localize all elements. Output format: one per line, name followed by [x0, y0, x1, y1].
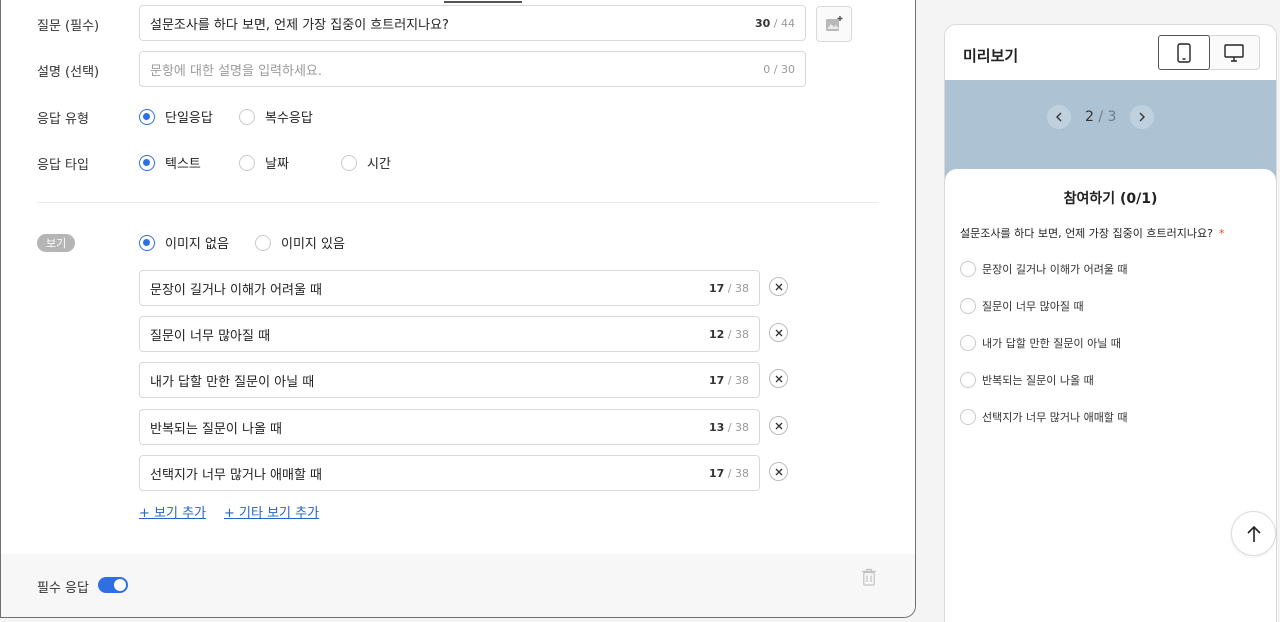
preview-question: 설문조사를 하다 보면, 언제 가장 집중이 흐트러지나요? * — [960, 227, 1225, 240]
trash-icon — [862, 568, 876, 586]
arrow-up-icon — [1246, 525, 1261, 542]
radio-text[interactable]: 텍스트 — [139, 153, 239, 172]
option-counter: 13 / 38 — [708, 420, 749, 434]
preview-survey-body: 참여하기 (0/1) 설문조사를 하다 보면, 언제 가장 집중이 흐트러지나요… — [945, 169, 1276, 622]
option-input[interactable]: 질문이 너무 많아질 때 12 / 38 — [139, 316, 760, 352]
section-divider — [37, 202, 879, 203]
radio-dot — [239, 108, 255, 125]
option-input[interactable]: 문장이 길거나 이해가 어려울 때 17 / 38 — [139, 270, 760, 306]
editor-footer: 필수 응답 — [1, 554, 915, 617]
close-icon — [775, 283, 782, 290]
required-label: 필수 응답 — [37, 581, 89, 596]
required-mark: * — [1218, 227, 1225, 240]
remove-option-button[interactable] — [769, 277, 788, 296]
option-input[interactable]: 내가 답할 만한 질문이 아닐 때 17 / 38 — [139, 362, 760, 398]
radio-dot — [139, 234, 155, 251]
radio-with-image[interactable]: 이미지 있음 — [255, 233, 345, 252]
add-image-button[interactable] — [816, 6, 852, 42]
preview-option[interactable]: 문장이 길거나 이해가 어려울 때 — [960, 261, 1128, 277]
page-navigator: 2 / 3 — [1047, 105, 1155, 129]
question-value: 설문조사를 하다 보면, 언제 가장 집중이 흐트러지나요? — [150, 17, 449, 33]
description-counter: 0 / 30 — [763, 62, 795, 76]
remove-option-button[interactable] — [769, 462, 788, 481]
question-editor: 질문 (필수) 설문조사를 하다 보면, 언제 가장 집중이 흐트러지나요? 3… — [0, 0, 916, 618]
radio-time[interactable]: 시간 — [341, 153, 391, 172]
chevron-right-icon — [1139, 112, 1146, 122]
page-indicator: 2 / 3 — [1085, 109, 1117, 125]
device-toggle — [1158, 35, 1260, 70]
radio-multiple-answer[interactable]: 복수응답 — [239, 107, 313, 126]
description-label: 설명 (선택) — [37, 65, 100, 80]
add-other-option-link[interactable]: + 기타 보기 추가 — [224, 502, 319, 521]
remove-option-button[interactable] — [769, 416, 788, 435]
remove-option-button[interactable] — [769, 323, 788, 342]
option-counter: 17 / 38 — [708, 373, 749, 387]
radio-circle — [960, 261, 976, 277]
radio-dot — [255, 234, 271, 251]
prev-page-button[interactable] — [1047, 105, 1071, 129]
desktop-view-button[interactable] — [1209, 36, 1259, 69]
radio-date[interactable]: 날짜 — [239, 153, 341, 172]
description-input[interactable]: 문항에 대한 설명을 입력하세요. 0 / 30 — [139, 51, 806, 87]
chevron-left-icon — [1056, 112, 1062, 122]
answer-kind-group: 텍스트 날짜 시간 — [139, 153, 391, 172]
radio-single-answer[interactable]: 단일응답 — [139, 107, 239, 126]
preview-banner: 2 / 3 — [945, 80, 1276, 180]
question-counter: 30 / 44 — [754, 16, 795, 30]
option-input[interactable]: 선택지가 너무 많거나 애매할 때 17 / 38 — [139, 455, 760, 491]
answer-kind-label: 응답 타입 — [37, 158, 89, 173]
remove-option-button[interactable] — [769, 369, 788, 388]
close-icon — [775, 468, 782, 475]
preview-option[interactable]: 선택지가 너무 많거나 애매할 때 — [960, 409, 1128, 425]
required-toggle[interactable] — [98, 577, 128, 593]
answer-type-group: 단일응답 복수응답 — [139, 107, 313, 126]
preview-option[interactable]: 반복되는 질문이 나올 때 — [960, 372, 1094, 388]
radio-circle — [960, 335, 976, 351]
image-mode-group: 이미지 없음 이미지 있음 — [139, 233, 345, 252]
radio-dot — [239, 154, 255, 171]
preview-panel: 미리보기 2 / 3 참여하기 (0/1) 설문조사를 하다 보면, 언제 가장… — [944, 24, 1277, 622]
preview-option[interactable]: 내가 답할 만한 질문이 아닐 때 — [960, 335, 1121, 351]
mobile-view-button[interactable] — [1158, 35, 1210, 70]
description-placeholder: 문항에 대한 설명을 입력하세요. — [150, 63, 323, 79]
radio-dot — [139, 154, 155, 171]
option-counter: 17 / 38 — [708, 281, 749, 295]
radio-circle — [960, 298, 976, 314]
radio-dot — [139, 108, 155, 125]
preview-option[interactable]: 질문이 너무 많아질 때 — [960, 298, 1084, 314]
close-icon — [775, 329, 782, 336]
answer-type-label: 응답 유형 — [37, 112, 89, 127]
close-icon — [775, 375, 782, 382]
close-icon — [775, 422, 782, 429]
radio-no-image[interactable]: 이미지 없음 — [139, 233, 255, 252]
question-input[interactable]: 설문조사를 하다 보면, 언제 가장 집중이 흐트러지나요? 30 / 44 — [139, 5, 806, 41]
add-image-icon — [826, 16, 843, 31]
next-page-button[interactable] — [1130, 105, 1155, 129]
desktop-icon — [1224, 43, 1244, 62]
question-label: 질문 (필수) — [37, 19, 100, 34]
radio-circle — [960, 372, 976, 388]
radio-circle — [960, 409, 976, 425]
option-counter: 17 / 38 — [708, 466, 749, 480]
mobile-icon — [1177, 42, 1191, 63]
preview-title: 미리보기 — [963, 47, 1019, 65]
options-badge: 보기 — [37, 234, 76, 252]
add-option-links: + 보기 추가 + 기타 보기 추가 — [139, 502, 319, 521]
option-counter: 12 / 38 — [708, 327, 749, 341]
option-input[interactable]: 반복되는 질문이 나올 때 13 / 38 — [139, 409, 760, 445]
delete-question-button[interactable] — [861, 568, 877, 590]
preview-heading: 참여하기 (0/1) — [1063, 191, 1158, 207]
active-tab-indicator — [444, 1, 522, 3]
radio-dot — [341, 154, 357, 171]
scroll-top-button[interactable] — [1231, 511, 1276, 556]
add-option-link[interactable]: + 보기 추가 — [139, 502, 206, 521]
